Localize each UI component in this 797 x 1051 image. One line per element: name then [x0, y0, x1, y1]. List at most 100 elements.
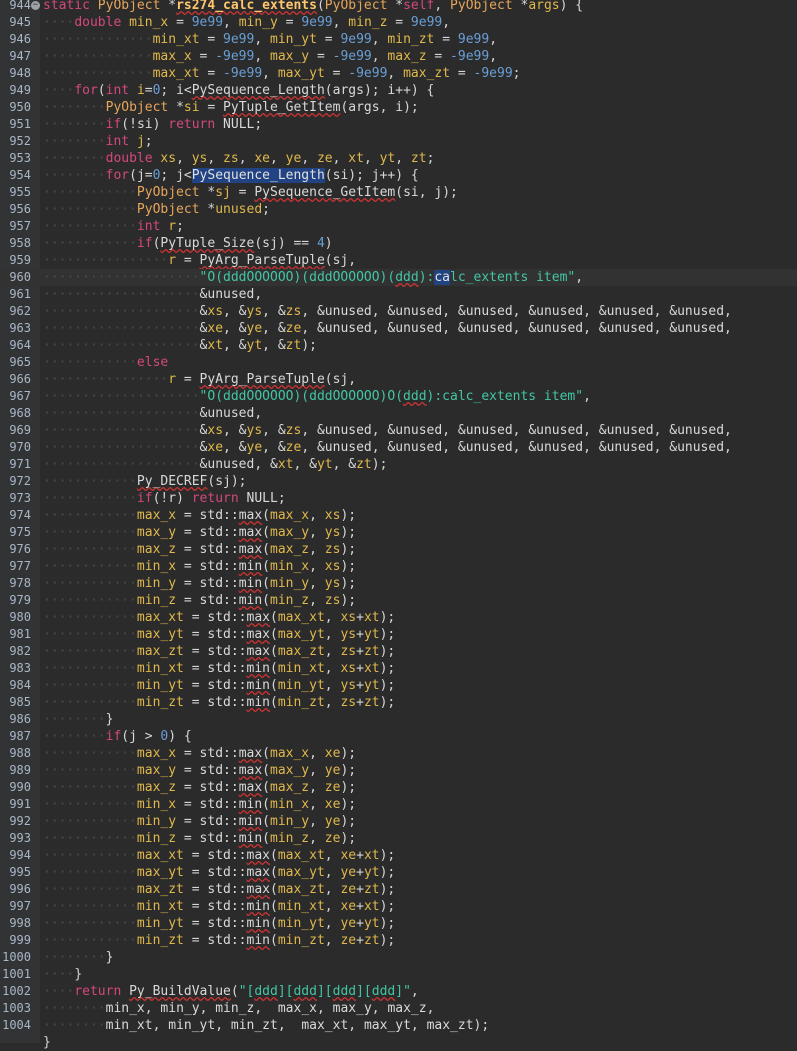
code-line[interactable]: 944− static PyObject *rs274_calc_extents(…	[0, 0, 797, 14]
code-line[interactable]: 985 ············min_zt = std::min(min_zt,…	[0, 694, 797, 711]
code-line[interactable]: 968 ····················&unused,	[0, 405, 797, 422]
code-token: min	[238, 814, 263, 829]
line-number: 946	[9, 32, 31, 46]
code-text: ············max_yt = std::max(max_yt, ye…	[43, 864, 395, 881]
code-line[interactable]: 1002 ····return Py_BuildValue("[ddd][ddd]…	[0, 983, 797, 1000]
code-editor[interactable]: 944− static PyObject *rs274_calc_extents(…	[0, 0, 797, 1050]
code-line[interactable]: 977 ············min_x = std::min(min_x, x…	[0, 558, 797, 575]
code-line[interactable]: 951 ········if(!si) return NULL;	[0, 116, 797, 133]
code-token: max_xt	[277, 848, 325, 863]
code-line[interactable]: 994 ············max_xt = std::max(max_xt,…	[0, 847, 797, 864]
code-line[interactable]: 965 ············else	[0, 354, 797, 371]
code-line[interactable]: 1003 ········min_x, min_y, min_z, max_x, …	[0, 1000, 797, 1017]
code-line[interactable]: 991 ············min_x = std::min(min_x, x…	[0, 796, 797, 813]
code-line[interactable]: 962 ····················&xs, &ys, &zs, &u…	[0, 303, 797, 320]
code-token: (	[270, 644, 278, 659]
code-token: PyObject	[97, 0, 161, 13]
code-line[interactable]: 993 ············min_z = std::min(min_z, z…	[0, 830, 797, 847]
code-line[interactable]: 975 ············max_y = std::max(max_y, y…	[0, 524, 797, 541]
code-line[interactable]: 963 ····················&xe, &ye, &ze, &u…	[0, 320, 797, 337]
code-token: =	[183, 644, 208, 659]
code-token: (	[262, 576, 270, 591]
code-line[interactable]: 966 ················r = PyArg_ParseTuple(…	[0, 371, 797, 388]
code-line[interactable]: 958 ············if(PyTuple_Size(sj) == 4)	[0, 235, 797, 252]
code-line[interactable]: 990 ············max_z = std::max(max_z, z…	[0, 779, 797, 796]
code-token: xt	[363, 610, 380, 625]
code-line[interactable]: 950 ········PyObject *si = PyTuple_GetIte…	[0, 99, 797, 116]
code-token: 9e99	[301, 15, 333, 30]
fold-collapse-icon[interactable]: −	[31, 1, 40, 10]
code-token: min_y	[270, 814, 310, 829]
code-line[interactable]: 967 ····················"O(dddOOOOOO)(ddd…	[0, 388, 797, 405]
code-token: (	[270, 695, 278, 710]
code-line[interactable]: 976 ············max_z = std::max(max_z, z…	[0, 541, 797, 558]
code-token: r	[168, 253, 177, 268]
code-token: si	[403, 185, 419, 200]
code-line[interactable]: 964 ····················&xt, &yt, &zt);	[0, 337, 797, 354]
code-token: ············	[43, 355, 137, 370]
code-line[interactable]: 973 ············if(!r) return NULL;	[0, 490, 797, 507]
code-token: static	[43, 0, 90, 13]
code-line[interactable]: 980 ············max_xt = std::max(max_xt,…	[0, 609, 797, 626]
code-line[interactable]: 971 ····················&unused, &xt, &yt…	[0, 456, 797, 473]
code-line[interactable]: 955 ············PyObject *sj = PySequence…	[0, 184, 797, 201]
code-line[interactable]: 996 ············max_zt = std::max(max_zt,…	[0, 881, 797, 898]
code-line[interactable]: 999 ············min_zt = std::min(min_zt,…	[0, 932, 797, 949]
code-line[interactable]: 954 ········for(j=0; j<PySequence_Length(…	[0, 167, 797, 184]
code-line[interactable]: 949 ····for(int i=0; i<PySequence_Length(…	[0, 82, 797, 99]
code-line[interactable]: 974 ············max_x = std::max(max_x, x…	[0, 507, 797, 524]
code-line[interactable]: 981 ············max_yt = std::max(max_yt,…	[0, 626, 797, 643]
code-line[interactable]: 983 ············min_xt = std::min(min_xt,…	[0, 660, 797, 677]
line-number: 997	[9, 899, 31, 913]
code-token: unused	[324, 321, 372, 336]
code-token: args	[528, 0, 560, 13]
code-line[interactable]: 998 ············min_yt = std::min(min_yt,…	[0, 915, 797, 932]
code-line[interactable]: 960 ····················"O(dddOOOOOO)(ddd…	[0, 269, 797, 286]
code-token: ············	[43, 882, 137, 897]
code-token: max_zt	[426, 1018, 474, 1033]
code-line[interactable]: 984 ············min_yt = std::min(min_yt,…	[0, 677, 797, 694]
code-token: );	[340, 525, 357, 540]
code-line[interactable]: 957 ············int r;	[0, 218, 797, 235]
code-line[interactable]: 995 ············max_yt = std::max(max_yt,…	[0, 864, 797, 881]
code-line[interactable]: 992 ············min_y = std::min(min_y, y…	[0, 813, 797, 830]
code-line[interactable]: 997 ············min_xt = std::min(min_xt,…	[0, 898, 797, 915]
code-line[interactable]: 982 ············max_zt = std::max(max_zt,…	[0, 643, 797, 660]
code-text: ········int j;	[43, 133, 153, 150]
code-line[interactable]: 1004 ········min_xt, min_yt, min_zt, max_…	[0, 1017, 797, 1034]
code-line[interactable]: 979 ············min_z = std::min(min_z, z…	[0, 592, 797, 609]
code-text: ········}	[43, 711, 113, 728]
code-token: max_zt	[136, 644, 184, 659]
code-line[interactable]: 946 ··············min_xt = 9e99, min_yt =…	[0, 31, 797, 48]
code-line[interactable]: 969 ····················&xs, &ys, &zs, &u…	[0, 422, 797, 439]
code-line[interactable]: 987 ········if(j > 0) {	[0, 728, 797, 745]
code-line[interactable]: 986 ········}	[0, 711, 797, 728]
code-line[interactable]: 989 ············max_y = std::max(max_y, y…	[0, 762, 797, 779]
code-token: , &	[583, 304, 607, 319]
code-line[interactable]: 953 ········double xs, ys, zs, xe, ye, ze…	[0, 150, 797, 167]
code-token: ········	[43, 1018, 106, 1033]
code-line[interactable]: 948 ··············max_xt = -9e99, max_yt …	[0, 65, 797, 82]
code-token: =	[450, 66, 474, 81]
code-token: zt	[285, 338, 302, 353]
code-token: PyObject	[136, 202, 200, 217]
code-line[interactable]: 972 ············Py_DECREF(sj);	[0, 473, 797, 490]
code-line[interactable]: 1000 ········}	[0, 949, 797, 966]
code-line[interactable]: 978 ············min_y = std::min(min_y, y…	[0, 575, 797, 592]
code-line[interactable]: 956 ············PyObject *unused;	[0, 201, 797, 218]
code-line[interactable]: 952 ········int j;	[0, 133, 797, 150]
code-token: , &	[223, 304, 247, 319]
line-number: 986	[9, 712, 31, 726]
code-line[interactable]: 1001 ····}	[0, 966, 797, 983]
code-line[interactable]: 970 ····················&xe, &ye, &ze, &u…	[0, 439, 797, 456]
code-token: );	[340, 508, 357, 523]
code-token: (	[230, 984, 239, 999]
code-line[interactable]: 961 ····················&unused,	[0, 286, 797, 303]
code-line[interactable]: 945 ····double min_x = 9e99, min_y = 9e99…	[0, 14, 797, 31]
code-token: , &	[653, 321, 678, 336]
code-token: =	[168, 15, 192, 30]
code-token: rs274_calc_extents	[176, 0, 317, 13]
code-line[interactable]: 947 ··············max_x = -9e99, max_y = …	[0, 48, 797, 65]
code-line[interactable]: 988 ············max_x = std::max(max_x, x…	[0, 745, 797, 762]
code-line[interactable]: 959 ················r = PyArg_ParseTuple(…	[0, 252, 797, 269]
